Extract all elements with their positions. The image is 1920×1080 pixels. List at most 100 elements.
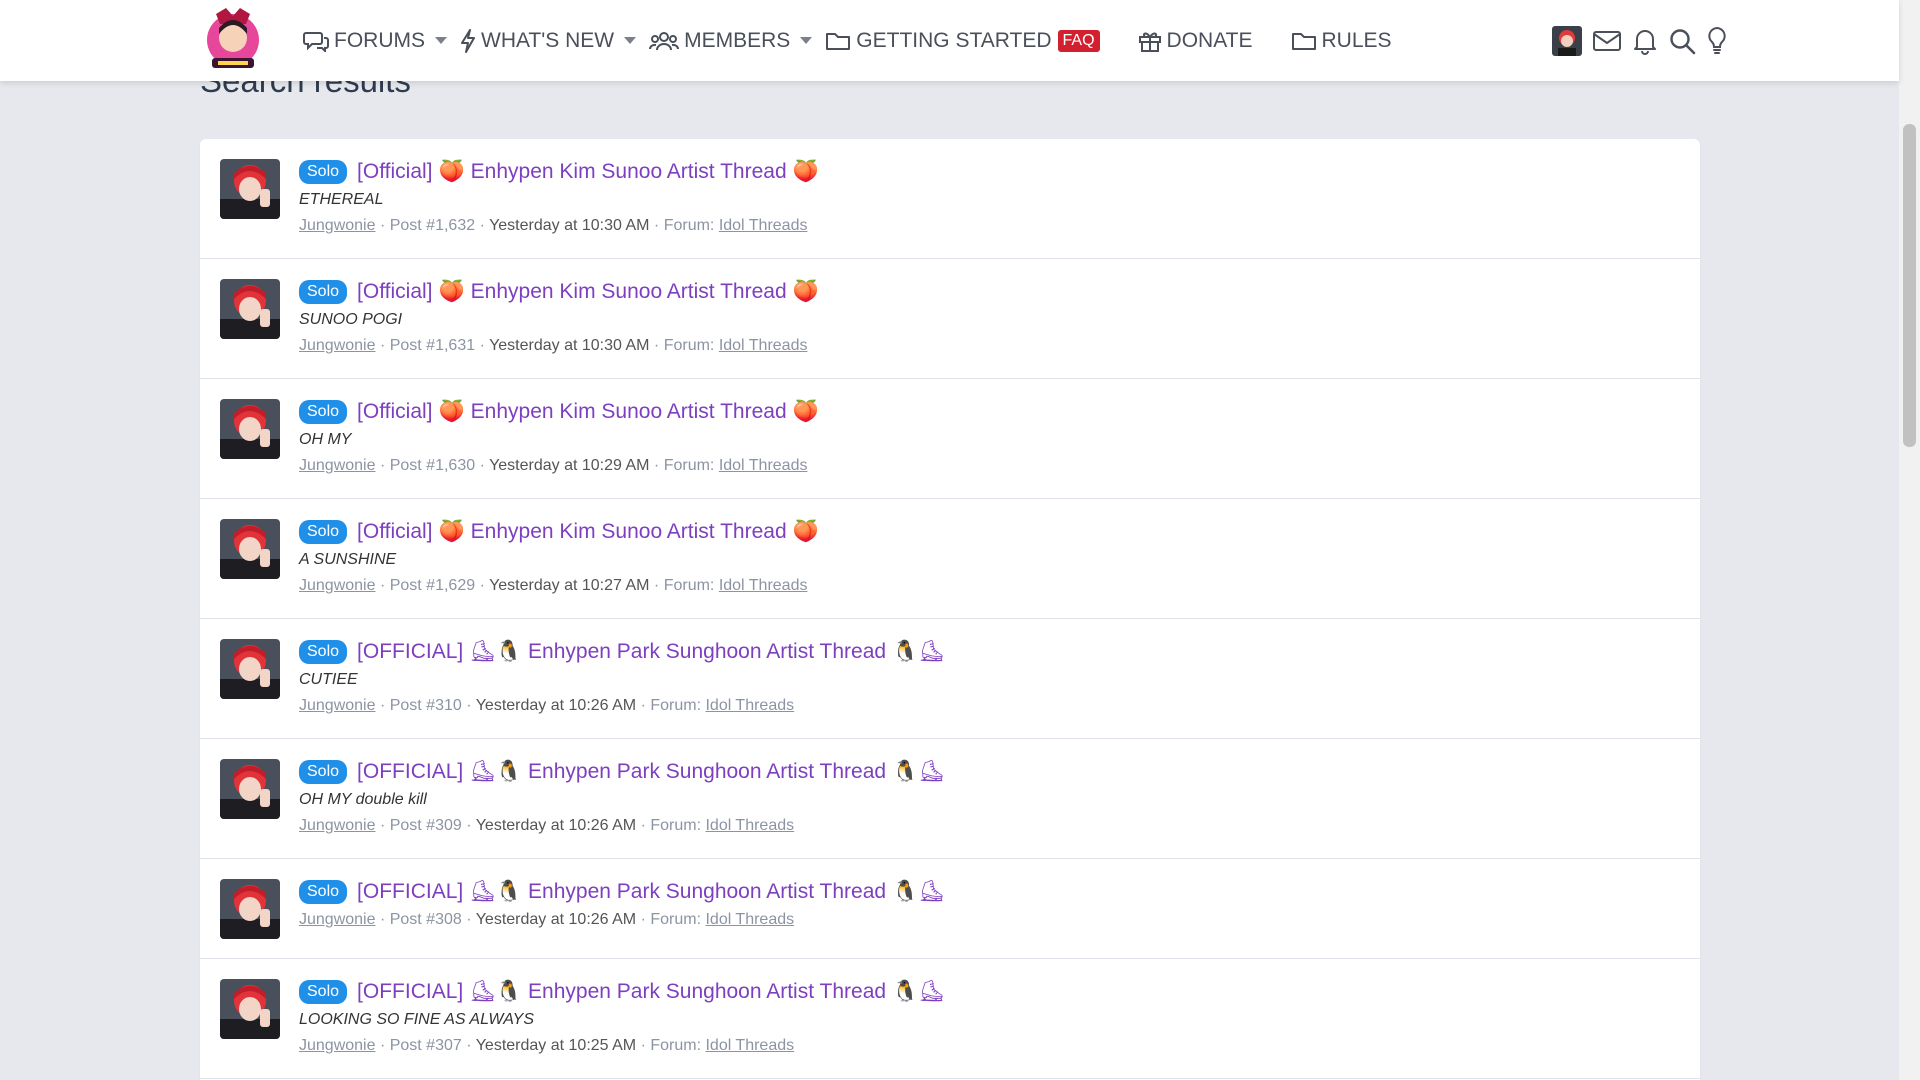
post-meta: Jungwonie · Post #308 · Yesterday at 10:… <box>299 911 795 928</box>
author-link[interactable]: Jungwonie <box>299 217 376 234</box>
post-snippet: LOOKING SO FINE AS ALWAYS <box>299 1011 535 1028</box>
author-link[interactable]: Jungwonie <box>299 697 376 714</box>
author-link[interactable]: Jungwonie <box>299 337 376 354</box>
folder-icon <box>826 32 851 50</box>
thread-title-link[interactable]: [OFFICIAL] ⛸🐧 Enhypen Park Sunghoon Artist… <box>357 880 951 904</box>
emoji-icon: 🍑 <box>438 280 465 303</box>
nav-forums-label: FORUMS <box>334 28 425 52</box>
page-scrollbar[interactable] <box>1899 0 1920 1080</box>
forum-link[interactable]: Idol Threads <box>719 577 808 594</box>
site-logo[interactable] <box>204 4 262 72</box>
faq-badge[interactable]: FAQ <box>1057 29 1100 52</box>
scrollbar-thumb[interactable] <box>1903 124 1916 447</box>
nav-donate-label: DONATE <box>1166 28 1253 52</box>
post-meta: Jungwonie · Post #1,629 · Yesterday at 1… <box>299 577 808 594</box>
post-time: Yesterday at 10:29 AM <box>489 457 650 474</box>
mail-icon[interactable] <box>1592 29 1622 53</box>
user-avatar[interactable] <box>220 879 280 939</box>
author-link[interactable]: Jungwonie <box>299 577 376 594</box>
forum-label: Forum: <box>663 577 715 594</box>
thread-prefix: [Official] <box>357 400 433 423</box>
post-time: Yesterday at 10:26 AM <box>475 697 637 714</box>
user-avatar[interactable] <box>220 399 280 459</box>
chevron-down-icon[interactable] <box>624 36 637 45</box>
gift-icon <box>1138 32 1161 52</box>
thread-prefix: [OFFICIAL] <box>357 980 464 1003</box>
solo-badge: Solo <box>299 280 348 304</box>
user-avatar[interactable] <box>220 639 280 699</box>
nav-whats-new-label: WHAT'S NEW <box>481 28 615 52</box>
thread-title-link[interactable]: [OFFICIAL] ⛸🐧 Enhypen Park Sunghoon Artist… <box>357 980 951 1004</box>
emoji-icon: ⛸🐧 <box>469 640 523 663</box>
solo-badge: Solo <box>299 400 348 424</box>
forum-link[interactable]: Idol Threads <box>719 217 808 234</box>
forum-link[interactable]: Idol Threads <box>705 1037 794 1054</box>
solo-badge: Solo <box>299 640 348 664</box>
post-snippet: ETHEREAL <box>299 191 384 208</box>
search-icon[interactable] <box>1668 27 1696 55</box>
nav-forums[interactable]: FORUMS <box>303 0 452 81</box>
thread-title-link[interactable]: [OFFICIAL] ⛸🐧 Enhypen Park Sunghoon Artist… <box>357 760 951 784</box>
user-toolbar <box>1552 0 1738 81</box>
thread-prefix: [Official] <box>357 160 433 183</box>
forum-label: Forum: <box>650 697 702 714</box>
thread-title-link[interactable]: [Official] 🍑 Enhypen Kim Sunoo Artist Thre… <box>357 160 825 184</box>
chevron-down-icon[interactable] <box>800 36 813 45</box>
forum-link[interactable]: Idol Threads <box>705 697 794 714</box>
forum-link[interactable]: Idol Threads <box>719 337 808 354</box>
post-meta: Jungwonie · Post #309 · Yesterday at 10:… <box>299 817 795 834</box>
emoji-icon: 🍑 <box>792 160 819 183</box>
post-snippet: CUTIEE <box>299 671 358 688</box>
emoji-icon: 🐧⛸ <box>892 760 945 783</box>
user-avatar[interactable] <box>220 759 280 819</box>
nav-getting-started[interactable]: GETTING STARTED FAQ <box>825 0 1100 81</box>
post-number: Post #310 <box>389 697 462 714</box>
thread-title-link[interactable]: [Official] 🍑 Enhypen Kim Sunoo Artist Thre… <box>357 520 825 544</box>
author-link[interactable]: Jungwonie <box>299 1037 376 1054</box>
post-snippet: A SUNSHINE <box>299 551 397 568</box>
nav-whats-new[interactable]: WHAT'S NEW <box>460 0 641 81</box>
nav-donate[interactable]: DONATE <box>1138 0 1253 81</box>
solo-badge: Solo <box>299 520 348 544</box>
user-avatar[interactable] <box>220 519 280 579</box>
thread-title-link[interactable]: [OFFICIAL] ⛸🐧 Enhypen Park Sunghoon Artist… <box>357 640 951 664</box>
post-number: Post #307 <box>389 1037 462 1054</box>
post-number: Post #1,630 <box>389 457 476 474</box>
forum-link[interactable]: Idol Threads <box>719 457 808 474</box>
solo-badge: Solo <box>299 980 348 1004</box>
emoji-icon: 🐧⛸ <box>892 980 945 1003</box>
author-link[interactable]: Jungwonie <box>299 911 376 928</box>
thread-title: Enhypen Kim Sunoo Artist Thread <box>470 520 787 543</box>
forum-label: Forum: <box>663 337 715 354</box>
thread-title-link[interactable]: [Official] 🍑 Enhypen Kim Sunoo Artist Thre… <box>357 400 825 424</box>
bell-icon[interactable] <box>1632 27 1658 55</box>
nav-rules[interactable]: RULES <box>1291 0 1392 81</box>
post-meta: Jungwonie · Post #1,631 · Yesterday at 1… <box>299 337 808 354</box>
account-avatar[interactable] <box>1552 25 1582 56</box>
search-results-list: Solo [Official] 🍑 Enhypen Kim Sunoo Artist … <box>200 139 1700 1080</box>
folder-icon <box>1291 32 1316 50</box>
forum-link[interactable]: Idol Threads <box>705 817 794 834</box>
thread-title: Enhypen Park Sunghoon Artist Thread <box>528 640 887 663</box>
nav-members-label: MEMBERS <box>684 28 791 52</box>
user-avatar[interactable] <box>220 979 280 1039</box>
chevron-down-icon[interactable] <box>435 36 447 45</box>
thread-title-link[interactable]: [Official] 🍑 Enhypen Kim Sunoo Artist Thre… <box>357 280 825 304</box>
author-link[interactable]: Jungwonie <box>299 457 376 474</box>
solo-badge: Solo <box>299 760 348 784</box>
post-number: Post #1,629 <box>389 577 476 594</box>
user-avatar[interactable] <box>220 279 280 339</box>
emoji-icon: 🍑 <box>792 280 819 303</box>
solo-badge: Solo <box>299 880 348 904</box>
lightbulb-icon[interactable] <box>1706 26 1728 56</box>
post-meta: Jungwonie · Post #310 · Yesterday at 10:… <box>299 697 795 714</box>
user-avatar[interactable] <box>220 159 280 219</box>
search-result-item: Solo [OFFICIAL] ⛸🐧 Enhypen Park Sunghoon Ar… <box>200 959 1700 1079</box>
post-time: Yesterday at 10:30 AM <box>489 217 650 234</box>
lightning-icon <box>461 28 475 53</box>
forum-link[interactable]: Idol Threads <box>705 911 794 928</box>
author-link[interactable]: Jungwonie <box>299 817 376 834</box>
emoji-icon: 🍑 <box>438 160 465 183</box>
emoji-icon: 🍑 <box>792 520 819 543</box>
nav-members[interactable]: MEMBERS <box>649 0 817 81</box>
